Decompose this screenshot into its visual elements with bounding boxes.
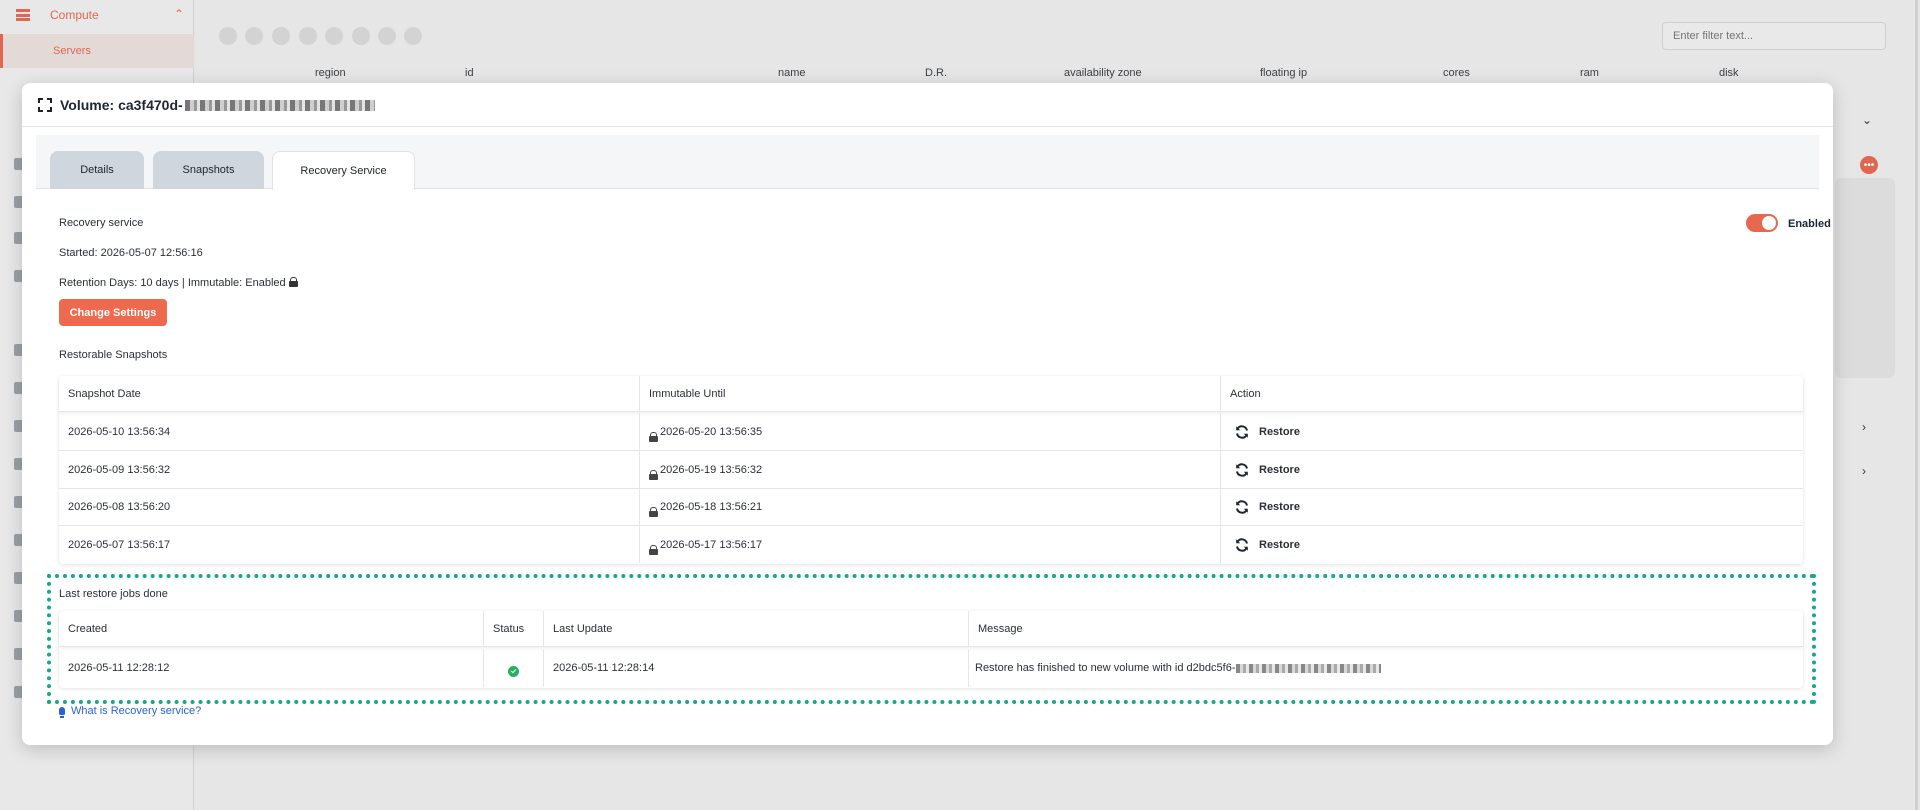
restore-action[interactable]: Restore <box>1221 526 1803 563</box>
restore-action[interactable]: Restore <box>1221 451 1803 488</box>
restore-action[interactable]: Restore <box>1221 489 1803 525</box>
restore-button[interactable]: Restore <box>1259 501 1300 513</box>
chevron-up-icon[interactable]: ⌃ <box>174 7 184 21</box>
job-last-update: 2026-05-11 12:28:14 <box>544 649 969 687</box>
restorable-snapshots-title: Restorable Snapshots <box>59 349 168 361</box>
restore-button[interactable]: Restore <box>1259 539 1300 551</box>
what-is-recovery-service-link[interactable]: What is Recovery service? <box>59 705 201 718</box>
restore-icon <box>1236 424 1248 439</box>
job-status <box>484 649 544 687</box>
lock-icon <box>649 544 658 555</box>
column-header-region[interactable]: region <box>315 67 346 79</box>
restore-jobs-table: Created Status Last Update Message 2026-… <box>59 611 1803 688</box>
lock-icon <box>649 469 658 480</box>
sidebar-item-label: Servers <box>53 45 91 57</box>
immutable-until: 2026-05-18 13:56:21 <box>640 489 1221 525</box>
header-snapshot-date: Snapshot Date <box>59 376 640 411</box>
table-row: 2026-05-09 13:56:32 2026-05-19 13:56:32 … <box>59 450 1803 488</box>
restore-icon <box>1236 500 1248 514</box>
column-header-disk[interactable]: disk <box>1719 67 1739 79</box>
table-header: Snapshot Date Immutable Until Action <box>59 376 1803 412</box>
tab-snapshots[interactable]: Snapshots <box>153 151 264 189</box>
header-created: Created <box>59 611 484 646</box>
lock-icon <box>649 431 658 442</box>
skip-icon[interactable] <box>299 27 317 45</box>
column-header-dr[interactable]: D.R. <box>925 67 947 79</box>
redacted-id <box>184 100 375 112</box>
trash-icon[interactable] <box>352 27 370 45</box>
refresh-icon[interactable] <box>219 27 237 45</box>
header-action: Action <box>1230 387 1261 400</box>
table-header: Created Status Last Update Message <box>59 611 1803 647</box>
recovery-service-label: Recovery service <box>59 217 144 229</box>
column-header-cores[interactable]: cores <box>1443 67 1470 79</box>
sidebar-section-label: Compute <box>50 8 99 22</box>
filter-input[interactable] <box>1662 22 1886 50</box>
header-status: Status <box>484 611 544 646</box>
restore-action[interactable]: Restore <box>1221 413 1803 450</box>
tab-details[interactable]: Details <box>50 151 144 189</box>
table-row: 2026-05-11 12:28:12 2026-05-11 12:28:14 … <box>59 649 1803 687</box>
sidebar-item-servers[interactable]: Servers <box>0 34 194 68</box>
snapshots-table: Snapshot Date Immutable Until Action 202… <box>59 376 1803 564</box>
immutable-until: 2026-05-19 13:56:32 <box>640 451 1221 488</box>
background-panel <box>1835 178 1895 378</box>
restore-icon <box>1236 537 1248 552</box>
pause-icon[interactable] <box>272 27 290 45</box>
column-header-floating-ip[interactable]: floating ip <box>1260 67 1307 79</box>
check-circle-icon <box>508 665 519 677</box>
started-text: Started: 2026-05-07 12:56:16 <box>59 247 203 259</box>
snapshot-date: 2026-05-09 13:56:32 <box>59 451 640 488</box>
restore-jobs-title: Last restore jobs done <box>59 588 168 600</box>
settings-icon[interactable] <box>378 27 396 45</box>
recovery-toggle[interactable] <box>1746 214 1778 232</box>
snapshot-date: 2026-05-07 13:56:17 <box>59 526 640 563</box>
immutable-until: 2026-05-17 13:56:17 <box>640 526 1221 563</box>
retention-text: Retention Days: 10 days | Immutable: Ena… <box>59 277 298 289</box>
snapshot-date: 2026-05-08 13:56:20 <box>59 489 640 525</box>
change-settings-button[interactable]: Change Settings <box>59 299 167 326</box>
header-message: Message <box>978 622 1023 635</box>
immutable-until: 2026-05-20 13:56:35 <box>640 413 1221 450</box>
column-header-availability-zone[interactable]: availability zone <box>1064 67 1142 79</box>
table-row: 2026-05-08 13:56:20 2026-05-18 13:56:21 … <box>59 488 1803 525</box>
job-created: 2026-05-11 12:28:12 <box>59 649 484 687</box>
restore-button[interactable]: Restore <box>1259 464 1300 476</box>
more-options-badge[interactable]: ••• <box>1860 156 1878 174</box>
stop-icon[interactable] <box>325 27 343 45</box>
redacted-id <box>1236 663 1382 673</box>
expand-icon[interactable] <box>38 97 52 112</box>
server-stack-icon <box>16 9 30 21</box>
table-row: 2026-05-10 13:56:34 2026-05-20 13:56:35 … <box>59 413 1803 450</box>
column-header-ram[interactable]: ram <box>1580 67 1599 79</box>
chevron-right-icon[interactable]: › <box>1862 420 1866 434</box>
sidebar-section-compute[interactable]: Compute ⌃ <box>0 0 194 30</box>
header-immutable-until: Immutable Until <box>640 376 1221 411</box>
modal-header: Volume: ca3f470d- <box>22 83 1833 127</box>
tab-recovery-service[interactable]: Recovery Service <box>272 151 415 190</box>
modal-title: Volume: ca3f470d- <box>60 97 375 113</box>
restore-button[interactable]: Restore <box>1259 426 1300 438</box>
restore-icon <box>1236 462 1248 477</box>
header-last-update: Last Update <box>544 611 969 646</box>
more-icon[interactable] <box>404 27 422 45</box>
lightbulb-icon <box>59 707 65 718</box>
play-icon[interactable] <box>245 27 263 45</box>
job-message: Restore has finished to new volume with … <box>969 649 1803 687</box>
volume-modal: Volume: ca3f470d- Details Snapshots Reco… <box>22 83 1833 745</box>
table-row: 2026-05-07 13:56:17 2026-05-17 13:56:17 … <box>59 525 1803 563</box>
chevron-down-icon[interactable]: ⌄ <box>1862 113 1872 127</box>
toggle-label: Enabled <box>1788 218 1831 230</box>
snapshot-date: 2026-05-10 13:56:34 <box>59 413 640 450</box>
lock-icon <box>288 277 298 287</box>
column-header-id[interactable]: id <box>465 67 474 79</box>
scrollbar[interactable] <box>1915 0 1918 810</box>
tab-bar: Details Snapshots Recovery Service <box>36 135 1819 190</box>
chevron-right-icon[interactable]: › <box>1862 464 1866 478</box>
column-header-name[interactable]: name <box>778 67 806 79</box>
lock-icon <box>649 507 658 517</box>
